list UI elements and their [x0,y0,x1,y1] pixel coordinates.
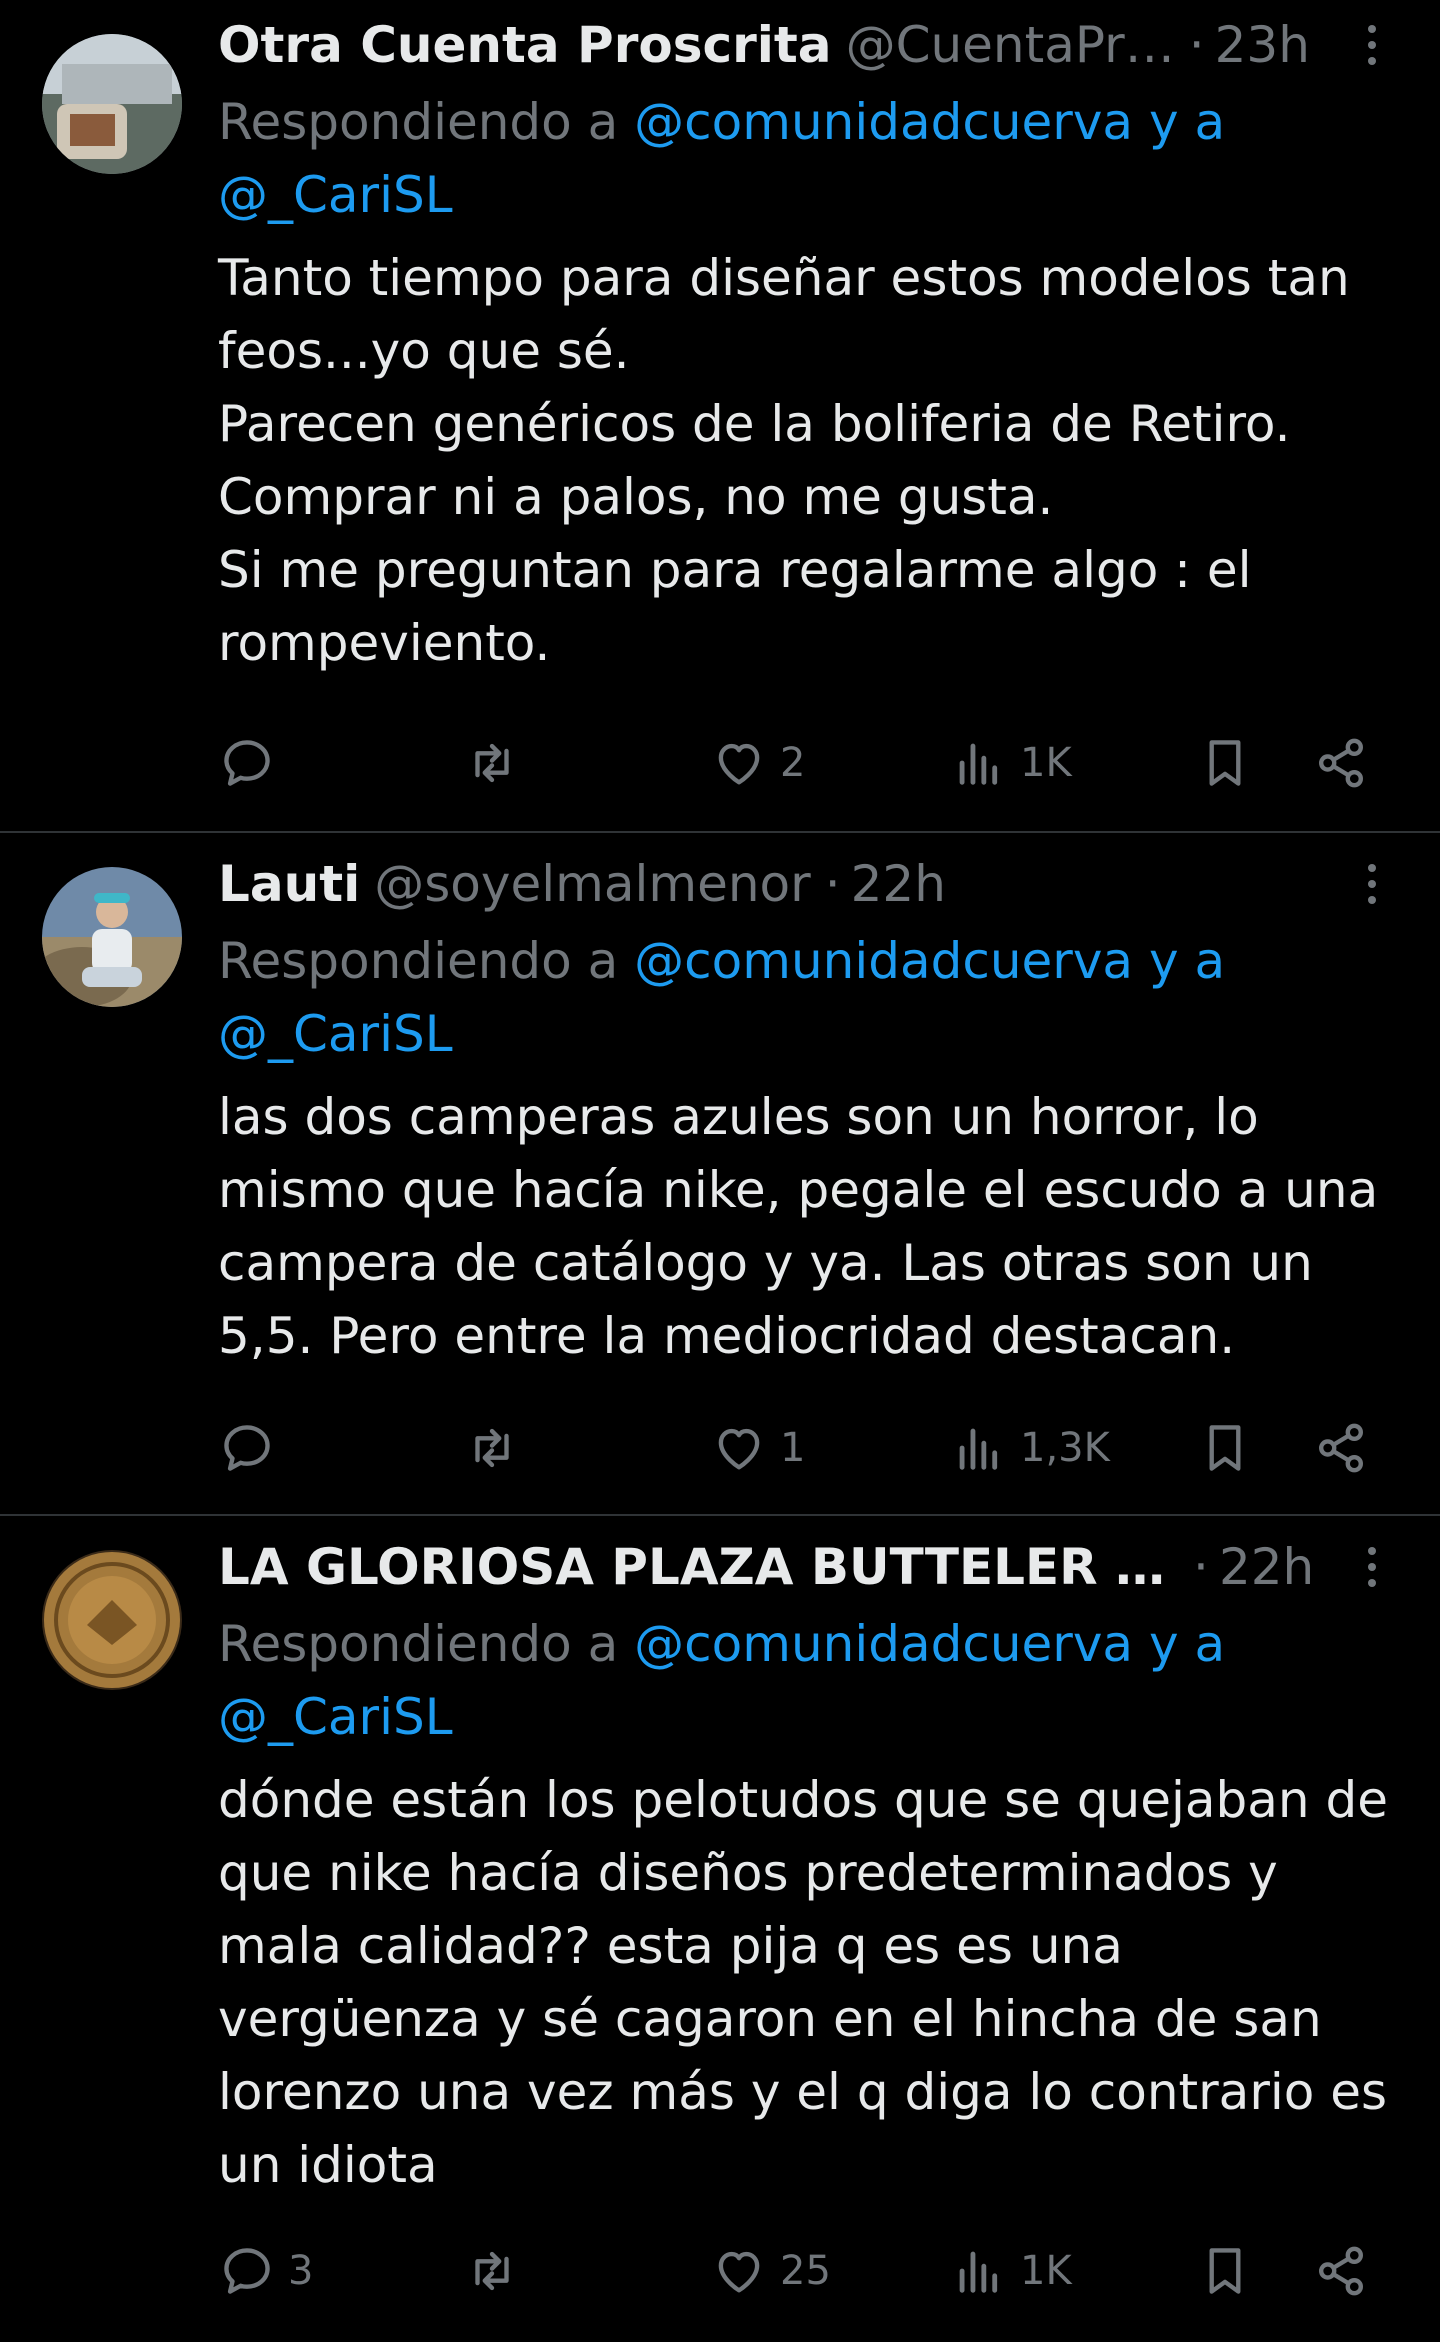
author-name[interactable]: Otra Cuenta Proscrita [218,14,832,76]
avatar-image [42,34,182,174]
like-button[interactable]: 25 [710,2236,831,2306]
like-button[interactable]: 1 [710,1413,805,1483]
more-options-icon[interactable] [1352,14,1392,76]
avatar[interactable] [42,867,182,1007]
separator: · [1193,1538,1209,1596]
share-button[interactable] [1312,2236,1370,2306]
author-handle[interactable]: @soyelmalmenor [374,853,810,915]
like-button[interactable]: 2 [710,728,805,798]
views-icon [959,743,998,785]
mention-link[interactable]: @comunidadcuerva y a [634,1615,1225,1673]
views-button[interactable]: 1,3K [950,1413,1110,1483]
mention-link[interactable]: @_CariSL [218,166,453,224]
like-count: 2 [780,740,806,786]
author-name[interactable]: Lauti [218,853,360,915]
bookmark-icon [1209,1425,1241,1471]
timestamp[interactable]: 23h [1215,14,1310,76]
reply-icon [224,740,270,786]
retweet-icon [475,1428,509,1468]
action-bar: 1 1,3K [218,1413,1392,1483]
replying-to: Respondiendo a @comunidadcuerva y a @_Ca… [218,86,1392,232]
reply-button[interactable] [218,728,288,798]
reply-button[interactable]: 3 [218,2236,313,2306]
avatar[interactable] [42,34,182,174]
retweet-icon [475,2251,509,2291]
avatar-image [42,867,182,1007]
separator: · [1188,16,1205,74]
replying-prefix: Respondiendo a [218,1615,635,1673]
view-count: 1,3K [1020,1425,1110,1471]
replying-prefix: Respondiendo a [218,93,635,151]
share-icon [1319,1423,1363,1473]
mention-link[interactable]: @_CariSL [218,1005,453,1063]
bookmark-icon [1209,2248,1241,2294]
mention-link[interactable]: @comunidadcuerva y a [634,93,1225,151]
view-count: 1K [1020,2248,1072,2294]
replying-to: Respondiendo a @comunidadcuerva y a @_Ca… [218,925,1392,1071]
tweet-text: las dos camperas azules son un horror, l… [218,1088,1379,1365]
share-button[interactable] [1312,1413,1370,1483]
views-icon [959,1428,998,1470]
mention-link[interactable]: @comunidadcuerva y a [634,932,1225,990]
retweet-icon [475,743,509,783]
share-icon [1319,738,1363,788]
tweet-text: dónde están los pelotudos que se quejaba… [218,1771,1388,2194]
reply-icon [224,1425,270,1471]
timestamp[interactable]: 22h [851,853,946,915]
tweet-3[interactable]: LA GLORIOSA PLAZA BUTTELER … · 22h Respo… [0,1516,1440,2342]
heart-icon [718,1428,760,1470]
action-bar: 3 25 1K [218,2236,1392,2306]
tweet-text: Tanto tiempo para diseñar estos modelos … [218,249,1350,672]
retweet-button[interactable] [463,2236,533,2306]
author-name[interactable]: LA GLORIOSA PLAZA BUTTELER … [218,1536,1165,1598]
bookmark-button[interactable] [1196,728,1254,798]
separator: · [824,855,841,913]
heart-icon [718,2251,760,2293]
reply-count: 3 [288,2248,314,2294]
heart-icon [718,743,760,785]
tweet-2[interactable]: Lauti @soyelmalmenor · 22h Respondiendo … [0,833,1440,1516]
bookmark-button[interactable] [1196,2236,1254,2306]
retweet-button[interactable] [463,1413,533,1483]
action-bar: 2 1K [218,728,1392,798]
more-options-icon[interactable] [1352,853,1392,915]
views-icon [959,2251,998,2293]
avatar-image [42,1550,182,1690]
mention-link[interactable]: @_CariSL [218,1688,453,1746]
view-count: 1K [1020,740,1072,786]
tweet-1[interactable]: Otra Cuenta Proscrita @CuentaPr… · 23h R… [0,0,1440,833]
retweet-button[interactable] [463,728,533,798]
timestamp[interactable]: 22h [1219,1536,1314,1598]
like-count: 1 [780,1425,806,1471]
author-handle[interactable]: @CuentaPr… [846,14,1175,76]
share-button[interactable] [1312,728,1370,798]
more-options-icon[interactable] [1352,1536,1392,1598]
share-icon [1319,2246,1363,2296]
replying-prefix: Respondiendo a [218,932,635,990]
like-count: 25 [780,2248,831,2294]
reply-icon [224,2248,270,2294]
bookmark-button[interactable] [1196,1413,1254,1483]
avatar[interactable] [42,1550,182,1690]
reply-button[interactable] [218,1413,288,1483]
views-button[interactable]: 1K [950,728,1072,798]
bookmark-icon [1209,740,1241,786]
views-button[interactable]: 1K [950,2236,1072,2306]
replying-to: Respondiendo a @comunidadcuerva y a @_Ca… [218,1608,1392,1754]
